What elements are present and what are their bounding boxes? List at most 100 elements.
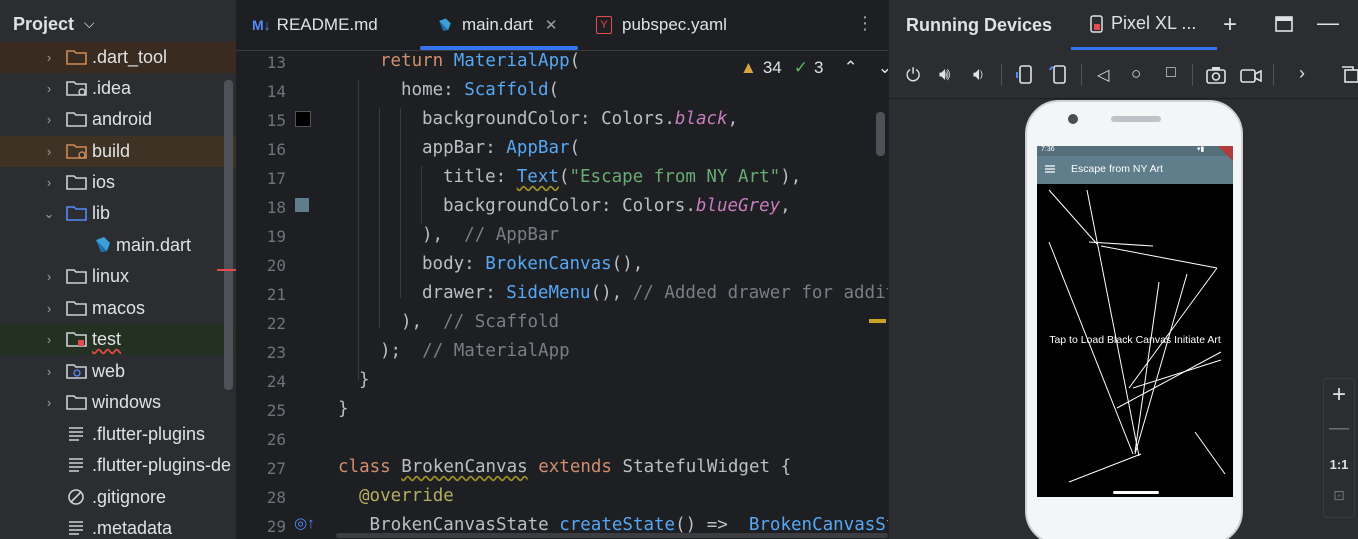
- chevron-up-icon[interactable]: ⌃: [843, 58, 857, 78]
- zoom-fit-icon[interactable]: ⊡: [1324, 487, 1354, 504]
- project-scrollbar[interactable]: [224, 80, 233, 390]
- code-line-28[interactable]: @override: [338, 486, 454, 506]
- code-line-24[interactable]: }: [338, 370, 370, 390]
- volume-up-icon[interactable]: 🔊︎: [939, 64, 950, 85]
- tree-item-ios[interactable]: › ios: [0, 167, 236, 198]
- chevron-down-icon[interactable]: ⌄: [42, 206, 56, 222]
- code-line-15[interactable]: backgroundColor: Colors.black,: [338, 109, 738, 129]
- tree-item-metadata[interactable]: .metadata: [0, 513, 236, 539]
- warning-stripe-marker[interactable]: [869, 319, 886, 323]
- android-status-bar: 7:36 ▾▮: [1037, 146, 1233, 156]
- add-device-icon[interactable]: +: [1223, 11, 1237, 39]
- dart-icon: [96, 237, 110, 252]
- chevron-right-icon[interactable]: ›: [42, 175, 56, 190]
- code-line-14[interactable]: home: Scaffold(: [338, 80, 559, 100]
- home-icon[interactable]: ○: [1131, 64, 1141, 84]
- tree-item-flutter-plugins[interactable]: .flutter-plugins: [0, 419, 236, 450]
- tree-item-label: windows: [92, 392, 162, 412]
- code-token: class: [338, 457, 391, 477]
- device-screen[interactable]: 7:36 ▾▮ Escape from NY Art Tap to Load B…: [1037, 146, 1233, 497]
- chevron-right-icon[interactable]: ›: [42, 301, 56, 316]
- tree-item-linux[interactable]: › linux: [0, 261, 236, 292]
- overview-icon[interactable]: □: [1166, 64, 1176, 82]
- tree-item-windows[interactable]: › windows: [0, 387, 236, 418]
- tree-item-dart-tool[interactable]: › .dart_tool: [0, 42, 236, 73]
- tree-item-idea[interactable]: › .idea: [0, 73, 236, 104]
- code-line-29[interactable]: _BrokenCanvasState createState() => _Bro…: [338, 515, 888, 535]
- code-token: AppBar: [506, 138, 570, 158]
- power-icon[interactable]: ⏻: [906, 65, 920, 86]
- screenshot-camera-icon[interactable]: [1206, 66, 1226, 84]
- zoom-actual-size-button[interactable]: 1:1: [1324, 457, 1354, 472]
- code-line-21[interactable]: drawer: SideMenu(), // Added drawer for …: [338, 283, 888, 303]
- tab-label: main.dart: [462, 15, 533, 34]
- tree-item-macos[interactable]: › macos: [0, 293, 236, 324]
- mirror-device-icon[interactable]: [1341, 66, 1358, 84]
- tab-main-dart[interactable]: main.dart ✕: [436, 0, 557, 50]
- tree-item-web[interactable]: › web: [0, 356, 236, 387]
- chevron-right-icon[interactable]: ›: [42, 144, 56, 159]
- chevron-right-icon[interactable]: ›: [42, 364, 56, 379]
- code-line-23[interactable]: ); // MaterialApp: [338, 341, 570, 361]
- volume-down-icon[interactable]: 🔉︎: [973, 64, 984, 85]
- chevron-down-icon[interactable]: ⌵: [84, 15, 95, 32]
- tree-item-android[interactable]: › android: [0, 104, 236, 135]
- editor-scrollbar[interactable]: [876, 112, 885, 156]
- code-line-18[interactable]: backgroundColor: Colors.blueGrey,: [338, 196, 791, 216]
- chevron-down-icon[interactable]: ⌄: [878, 58, 888, 78]
- test-folder-icon: [66, 332, 87, 347]
- close-icon[interactable]: ✕: [545, 16, 558, 34]
- tab-pubspec[interactable]: Y pubspec.yaml: [596, 0, 727, 50]
- chevron-right-icon[interactable]: ›: [42, 50, 56, 65]
- chevron-right-icon[interactable]: ›: [42, 395, 56, 410]
- chevron-right-icon[interactable]: ›: [1299, 63, 1305, 84]
- tree-item-lib[interactable]: ⌄ lib: [0, 198, 236, 229]
- tree-item-build[interactable]: › build: [0, 136, 236, 167]
- project-title[interactable]: Project: [13, 14, 74, 35]
- screen-record-icon[interactable]: [1240, 68, 1262, 84]
- code-token: appBar:: [422, 138, 507, 158]
- color-swatch-bluegrey[interactable]: [295, 198, 309, 212]
- tab-readme[interactable]: M↓ README.md: [252, 0, 378, 50]
- color-swatch-black[interactable]: [295, 111, 311, 127]
- chevron-right-icon[interactable]: ›: [42, 81, 56, 96]
- zoom-in-icon[interactable]: +: [1324, 381, 1354, 409]
- zoom-out-icon[interactable]: —: [1324, 417, 1354, 440]
- tree-item-label: .flutter-plugins: [92, 424, 206, 444]
- rotate-right-icon[interactable]: [1049, 64, 1069, 86]
- device-tab[interactable]: Pixel XL ...: [1089, 13, 1196, 34]
- more-icon[interactable]: ⋮: [856, 13, 874, 34]
- horizontal-scrollbar[interactable]: [336, 533, 888, 538]
- window-layout-icon[interactable]: [1275, 16, 1293, 32]
- editor-tabbar: M↓ README.md main.dart ✕ Y pubspec.yaml …: [236, 0, 888, 51]
- code-line-20[interactable]: body: BrokenCanvas(),: [338, 254, 643, 274]
- rotate-left-icon[interactable]: [1015, 64, 1035, 86]
- tree-item-gitignore[interactable]: .gitignore: [0, 482, 236, 513]
- code-line-19[interactable]: ), // AppBar: [338, 225, 559, 245]
- code-line-22[interactable]: ), // Scaffold: [338, 312, 559, 332]
- chevron-right-icon[interactable]: ›: [42, 112, 56, 127]
- warning-count: 34: [762, 58, 782, 77]
- tree-item-flutter-plugins-deps[interactable]: .flutter-plugins-de: [0, 450, 236, 481]
- code-token: ),: [401, 312, 444, 332]
- code-line-17[interactable]: title: Text("Escape from NY Art"),: [338, 167, 801, 187]
- chevron-right-icon[interactable]: ›: [42, 269, 56, 284]
- chevron-right-icon[interactable]: ›: [42, 332, 56, 347]
- gesture-home-bar[interactable]: [1113, 491, 1159, 494]
- minimize-icon[interactable]: —: [1317, 10, 1339, 36]
- code-token: BrokenCanvas: [485, 254, 612, 274]
- device-tab-indicator: [1071, 47, 1217, 50]
- code-line-27[interactable]: class BrokenCanvas extends StatefulWidge…: [338, 457, 791, 477]
- tap-to-load-text[interactable]: Tap to Load Black Canvas Initiate Art: [1037, 334, 1233, 346]
- code-line-16[interactable]: appBar: AppBar(: [338, 138, 580, 158]
- line-number: 28: [266, 488, 286, 507]
- code-line-13[interactable]: return MaterialApp(: [338, 51, 580, 71]
- tree-item-test[interactable]: › test: [0, 324, 236, 355]
- hamburger-menu-icon[interactable]: [1045, 165, 1055, 173]
- back-icon[interactable]: ◁: [1097, 65, 1109, 85]
- override-gutter-icon[interactable]: ◎↑: [294, 514, 315, 532]
- tree-item-main-dart[interactable]: main.dart: [0, 230, 236, 261]
- code-line-25[interactable]: }: [338, 399, 349, 419]
- line-number: 26: [266, 430, 286, 449]
- inspections-widget[interactable]: ▲ 34 ✓ 3 ⌃ ⌄: [740, 58, 888, 78]
